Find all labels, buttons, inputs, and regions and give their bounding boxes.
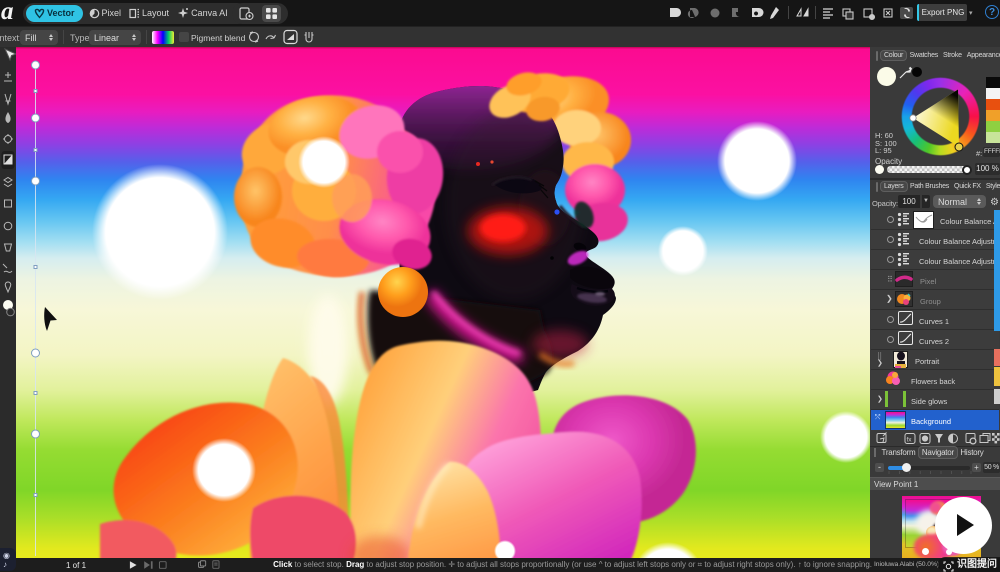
svg-text:fx: fx	[907, 437, 913, 444]
